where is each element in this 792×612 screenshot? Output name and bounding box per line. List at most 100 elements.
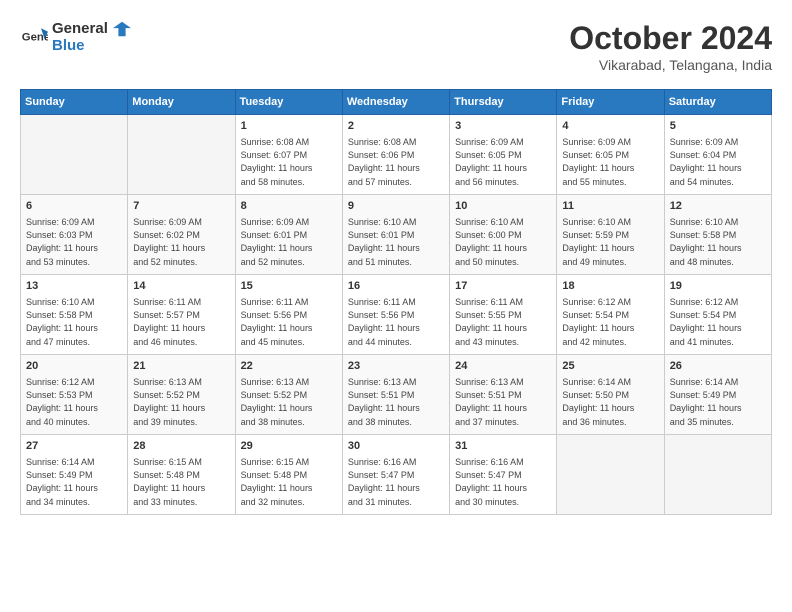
calendar-cell bbox=[128, 115, 235, 195]
day-number: 3 bbox=[455, 119, 551, 134]
weekday-header-wednesday: Wednesday bbox=[342, 90, 449, 115]
day-number: 27 bbox=[26, 439, 122, 454]
calendar-cell: 22Sunrise: 6:13 AM Sunset: 5:52 PM Dayli… bbox=[235, 355, 342, 435]
day-info: Sunrise: 6:15 AM Sunset: 5:48 PM Dayligh… bbox=[241, 456, 337, 508]
day-number: 7 bbox=[133, 199, 229, 214]
calendar-cell: 19 Sunrise: 6:12 AM Sunset: 5:54 PM Dayli… bbox=[664, 275, 771, 355]
day-info: Sunrise: 6:09 AM Sunset: 6:01 PM Dayligh… bbox=[241, 216, 337, 268]
day-number: 24 bbox=[455, 359, 551, 374]
day-info: Sunrise: 6:10 AM Sunset: 5:59 PM Dayligh… bbox=[562, 216, 658, 268]
day-number: 17 bbox=[455, 279, 551, 294]
calendar-cell: 24 Sunrise: 6:13 AM Sunset: 5:51 PM Dayli… bbox=[450, 355, 557, 435]
calendar-cell: 12Sunrise: 6:10 AM Sunset: 5:58 PM Dayli… bbox=[664, 195, 771, 275]
weekday-header-tuesday: Tuesday bbox=[235, 90, 342, 115]
day-info: Sunrise: 6:16 AM Sunset: 5:47 PM Dayligh… bbox=[455, 456, 551, 508]
day-number: 14 bbox=[133, 279, 229, 294]
day-number: 21 bbox=[133, 359, 229, 374]
weekday-header-thursday: Thursday bbox=[450, 90, 557, 115]
logo-blue: Blue bbox=[52, 38, 131, 55]
calendar-cell: 29 Sunrise: 6:15 AM Sunset: 5:48 PM Dayli… bbox=[235, 435, 342, 515]
day-number: 5 bbox=[670, 119, 766, 134]
calendar-cell: 8 Sunrise: 6:09 AM Sunset: 6:01 PM Daylig… bbox=[235, 195, 342, 275]
day-number: 25 bbox=[562, 359, 658, 374]
calendar-week-row: 1 Sunrise: 6:08 AM Sunset: 6:07 PM Daylig… bbox=[21, 115, 772, 195]
day-number: 31 bbox=[455, 439, 551, 454]
logo-icon: General bbox=[20, 23, 48, 51]
day-number: 6 bbox=[26, 199, 122, 214]
calendar-header-row: SundayMondayTuesdayWednesdayThursdayFrid… bbox=[21, 90, 772, 115]
day-number: 19 bbox=[670, 279, 766, 294]
day-info: Sunrise: 6:11 AM Sunset: 5:55 PM Dayligh… bbox=[455, 296, 551, 348]
calendar-week-row: 27 Sunrise: 6:14 AM Sunset: 5:49 PM Dayli… bbox=[21, 435, 772, 515]
day-info: Sunrise: 6:09 AM Sunset: 6:03 PM Dayligh… bbox=[26, 216, 122, 268]
calendar-cell: 16Sunrise: 6:11 AM Sunset: 5:56 PM Dayli… bbox=[342, 275, 449, 355]
location: Vikarabad, Telangana, India bbox=[569, 57, 772, 73]
calendar-cell: 7 Sunrise: 6:09 AM Sunset: 6:02 PM Daylig… bbox=[128, 195, 235, 275]
day-number: 12 bbox=[670, 199, 766, 214]
day-number: 29 bbox=[241, 439, 337, 454]
day-info: Sunrise: 6:11 AM Sunset: 5:56 PM Dayligh… bbox=[348, 296, 444, 348]
logo: General General Blue bbox=[20, 20, 131, 55]
day-number: 4 bbox=[562, 119, 658, 134]
calendar-cell: 3 Sunrise: 6:09 AM Sunset: 6:05 PM Daylig… bbox=[450, 115, 557, 195]
day-number: 26 bbox=[670, 359, 766, 374]
day-number: 22 bbox=[241, 359, 337, 374]
calendar-table: SundayMondayTuesdayWednesdayThursdayFrid… bbox=[20, 89, 772, 515]
day-info: Sunrise: 6:11 AM Sunset: 5:57 PM Dayligh… bbox=[133, 296, 229, 348]
calendar-cell: 25Sunrise: 6:14 AM Sunset: 5:50 PM Dayli… bbox=[557, 355, 664, 435]
calendar-cell bbox=[21, 115, 128, 195]
calendar-week-row: 20Sunrise: 6:12 AM Sunset: 5:53 PM Dayli… bbox=[21, 355, 772, 435]
day-number: 28 bbox=[133, 439, 229, 454]
day-info: Sunrise: 6:13 AM Sunset: 5:52 PM Dayligh… bbox=[133, 376, 229, 428]
day-info: Sunrise: 6:12 AM Sunset: 5:53 PM Dayligh… bbox=[26, 376, 122, 428]
calendar-cell: 27 Sunrise: 6:14 AM Sunset: 5:49 PM Dayli… bbox=[21, 435, 128, 515]
day-number: 10 bbox=[455, 199, 551, 214]
calendar-cell: 6 Sunrise: 6:09 AM Sunset: 6:03 PM Daylig… bbox=[21, 195, 128, 275]
calendar-cell: 14 Sunrise: 6:11 AM Sunset: 5:57 PM Dayli… bbox=[128, 275, 235, 355]
calendar-cell bbox=[664, 435, 771, 515]
day-info: Sunrise: 6:15 AM Sunset: 5:48 PM Dayligh… bbox=[133, 456, 229, 508]
calendar-cell: 11 Sunrise: 6:10 AM Sunset: 5:59 PM Dayli… bbox=[557, 195, 664, 275]
calendar-cell: 9Sunrise: 6:10 AM Sunset: 6:01 PM Daylig… bbox=[342, 195, 449, 275]
day-info: Sunrise: 6:14 AM Sunset: 5:49 PM Dayligh… bbox=[26, 456, 122, 508]
day-info: Sunrise: 6:09 AM Sunset: 6:05 PM Dayligh… bbox=[455, 136, 551, 188]
day-number: 9 bbox=[348, 199, 444, 214]
calendar-cell: 10Sunrise: 6:10 AM Sunset: 6:00 PM Dayli… bbox=[450, 195, 557, 275]
day-info: Sunrise: 6:13 AM Sunset: 5:51 PM Dayligh… bbox=[455, 376, 551, 428]
day-info: Sunrise: 6:14 AM Sunset: 5:49 PM Dayligh… bbox=[670, 376, 766, 428]
day-info: Sunrise: 6:08 AM Sunset: 6:07 PM Dayligh… bbox=[241, 136, 337, 188]
day-info: Sunrise: 6:08 AM Sunset: 6:06 PM Dayligh… bbox=[348, 136, 444, 188]
calendar-cell: 1 Sunrise: 6:08 AM Sunset: 6:07 PM Daylig… bbox=[235, 115, 342, 195]
day-number: 13 bbox=[26, 279, 122, 294]
day-info: Sunrise: 6:10 AM Sunset: 5:58 PM Dayligh… bbox=[26, 296, 122, 348]
month-title: October 2024 bbox=[569, 20, 772, 57]
day-info: Sunrise: 6:11 AM Sunset: 5:56 PM Dayligh… bbox=[241, 296, 337, 348]
page-header: General General Blue October 2024 Vikara… bbox=[20, 20, 772, 73]
calendar-cell bbox=[557, 435, 664, 515]
weekday-header-friday: Friday bbox=[557, 90, 664, 115]
day-number: 15 bbox=[241, 279, 337, 294]
calendar-cell: 15 Sunrise: 6:11 AM Sunset: 5:56 PM Dayli… bbox=[235, 275, 342, 355]
calendar-cell: 18Sunrise: 6:12 AM Sunset: 5:54 PM Dayli… bbox=[557, 275, 664, 355]
calendar-cell: 13 Sunrise: 6:10 AM Sunset: 5:58 PM Dayli… bbox=[21, 275, 128, 355]
day-number: 1 bbox=[241, 119, 337, 134]
weekday-header-monday: Monday bbox=[128, 90, 235, 115]
day-number: 30 bbox=[348, 439, 444, 454]
calendar-cell: 28 Sunrise: 6:15 AM Sunset: 5:48 PM Dayli… bbox=[128, 435, 235, 515]
day-info: Sunrise: 6:09 AM Sunset: 6:05 PM Dayligh… bbox=[562, 136, 658, 188]
day-number: 11 bbox=[562, 199, 658, 214]
calendar-cell: 17 Sunrise: 6:11 AM Sunset: 5:55 PM Dayli… bbox=[450, 275, 557, 355]
calendar-week-row: 13 Sunrise: 6:10 AM Sunset: 5:58 PM Dayli… bbox=[21, 275, 772, 355]
day-number: 8 bbox=[241, 199, 337, 214]
weekday-header-sunday: Sunday bbox=[21, 90, 128, 115]
logo-general: General bbox=[52, 20, 108, 37]
calendar-cell: 2 Sunrise: 6:08 AM Sunset: 6:06 PM Daylig… bbox=[342, 115, 449, 195]
day-info: Sunrise: 6:12 AM Sunset: 5:54 PM Dayligh… bbox=[670, 296, 766, 348]
day-info: Sunrise: 6:16 AM Sunset: 5:47 PM Dayligh… bbox=[348, 456, 444, 508]
calendar-week-row: 6 Sunrise: 6:09 AM Sunset: 6:03 PM Daylig… bbox=[21, 195, 772, 275]
day-info: Sunrise: 6:09 AM Sunset: 6:02 PM Dayligh… bbox=[133, 216, 229, 268]
day-number: 2 bbox=[348, 119, 444, 134]
calendar-cell: 26 Sunrise: 6:14 AM Sunset: 5:49 PM Dayli… bbox=[664, 355, 771, 435]
day-info: Sunrise: 6:13 AM Sunset: 5:51 PM Dayligh… bbox=[348, 376, 444, 428]
calendar-cell: 4 Sunrise: 6:09 AM Sunset: 6:05 PM Daylig… bbox=[557, 115, 664, 195]
